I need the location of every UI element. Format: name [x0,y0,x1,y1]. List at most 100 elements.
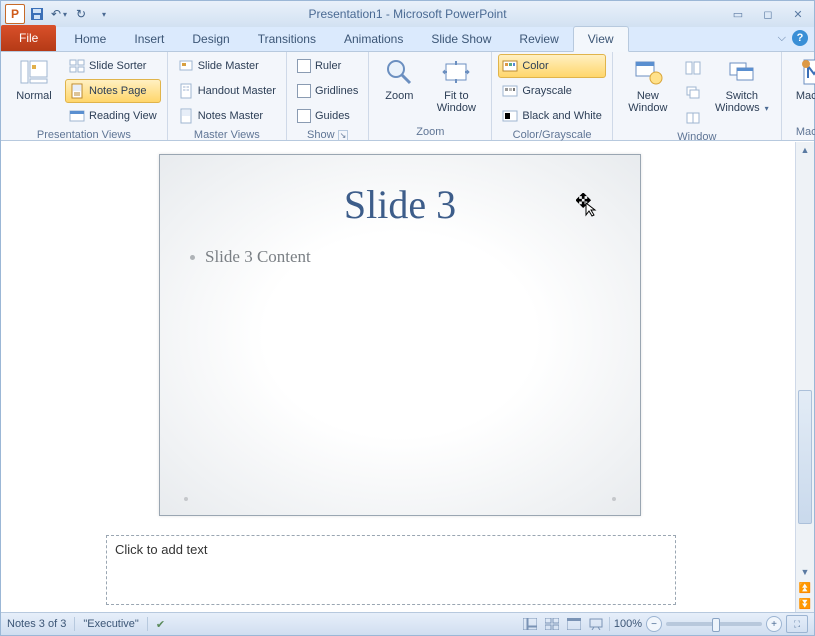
switch-windows-icon [726,56,758,88]
app-icon: P [5,4,25,24]
notes-textbox[interactable]: Click to add text [107,536,675,604]
ruler-checkbox[interactable]: Ruler [293,54,362,78]
help-button[interactable]: ? [792,30,808,46]
zoom-slider[interactable] [666,622,762,626]
scroll-up-button[interactable]: ▲ [796,142,814,158]
zoom-out-button[interactable]: − [646,616,662,632]
window-controls: ▭ ◻ ✕ [726,6,810,22]
workspace: Slide 3 Slide 3 Content Click to add tex… [1,141,814,612]
next-slide-button[interactable]: ⏬ [796,596,814,612]
tab-view[interactable]: View [573,26,629,52]
grayscale-icon [502,83,518,99]
view-normal-button[interactable] [521,616,539,632]
spellcheck-icon[interactable]: ✔ [156,618,165,631]
slide-sorter-icon [69,58,85,74]
prev-slide-button[interactable]: ⏫ [796,580,814,596]
title-bar: P ↶▾ ↻ ▾ Presentation1 - Microsoft Power… [1,1,814,27]
fit-to-window-icon [440,56,472,88]
vertical-scrollbar[interactable]: ▲ ▼ ⏫ ⏬ [795,142,814,612]
zoom-slider-thumb[interactable] [712,618,720,632]
notes-page-icon [69,83,85,99]
group-master-views: Slide Master Handout Master Notes Master… [168,52,287,140]
handout-master-icon [178,83,194,99]
switch-windows-button[interactable]: Switch Windows ▾ [709,54,775,117]
footer-dot-left [184,497,188,501]
macros-icon [798,56,815,88]
fit-to-window-button[interactable]: Fit to Window [427,54,485,116]
guides-checkbox[interactable]: Guides [293,104,362,128]
scroll-thumb[interactable] [798,390,812,524]
color-icon [502,58,518,74]
view-slideshow-button[interactable] [587,616,605,632]
redo-button[interactable]: ↻ [71,4,91,24]
tab-transitions[interactable]: Transitions [244,27,330,51]
ribbon-tabs: File Home Insert Design Transitions Anim… [1,27,814,52]
tab-review[interactable]: Review [505,27,572,51]
handout-master-button[interactable]: Handout Master [174,79,280,103]
tab-file[interactable]: File [1,25,56,51]
canvas[interactable]: Slide 3 Slide 3 Content Click to add tex… [1,142,795,612]
arrange-all-icon [685,60,701,76]
checkbox-icon [297,59,311,73]
group-zoom: Zoom Fit to Window Zoom [369,52,492,140]
status-theme: "Executive" [83,618,139,630]
footer-dot-right [612,497,616,501]
normal-icon [18,56,50,88]
cascade-icon [685,85,701,101]
save-button[interactable] [27,4,47,24]
notes-placeholder: Click to add text [115,542,208,557]
tab-home[interactable]: Home [60,27,120,51]
checkbox-icon [297,109,311,123]
macros-button[interactable]: Macros [788,54,815,104]
zoom-icon [383,56,415,88]
bw-icon [502,108,518,124]
tab-design[interactable]: Design [178,27,243,51]
zoom-fit-button[interactable]: ⛶ [786,615,808,633]
group-show: Ruler Gridlines Guides Show ↘ [287,52,369,140]
tab-slideshow[interactable]: Slide Show [417,27,505,51]
app-window: P ↶▾ ↻ ▾ Presentation1 - Microsoft Power… [0,0,815,636]
slide-master-icon [178,58,194,74]
view-reading-button[interactable] [565,616,583,632]
checkbox-icon [297,84,311,98]
tab-insert[interactable]: Insert [120,27,178,51]
group-macros: Macros Macros [782,52,815,140]
slide-master-button[interactable]: Slide Master [174,54,280,78]
move-split-icon [685,110,701,126]
slide-bullet: Slide 3 Content [190,247,311,267]
group-window: New Window Switch Windows ▾ Window [613,52,782,140]
maximize-button[interactable]: ◻ [756,6,780,22]
bullet-icon [190,255,195,260]
ribbon-minimize-icon[interactable]: ⌵ [778,32,786,45]
scroll-down-button[interactable]: ▼ [796,564,814,580]
slide-preview[interactable]: Slide 3 Slide 3 Content [159,154,641,516]
reading-view-icon [69,108,85,124]
reading-view-button[interactable]: Reading View [65,104,161,128]
color-button[interactable]: Color [498,54,605,78]
black-and-white-button[interactable]: Black and White [498,104,605,128]
notes-master-button[interactable]: Notes Master [174,104,280,128]
quick-access-toolbar: P ↶▾ ↻ ▾ [5,4,113,24]
qat-customize[interactable]: ▾ [93,4,113,24]
move-split-button[interactable] [681,106,705,130]
zoom-button[interactable]: Zoom [375,54,423,104]
tab-animations[interactable]: Animations [330,27,417,51]
undo-button[interactable]: ↶▾ [49,4,69,24]
gridlines-checkbox[interactable]: Gridlines [293,79,362,103]
cascade-button[interactable] [681,81,705,105]
close-button[interactable]: ✕ [786,6,810,22]
new-window-icon [632,56,664,88]
ribbon: Normal Slide Sorter Notes Page Reading V… [1,52,814,141]
grayscale-button[interactable]: Grayscale [498,79,605,103]
zoom-percent[interactable]: 100% [614,618,642,630]
new-window-button[interactable]: New Window [619,54,677,116]
minimize-button[interactable]: ▭ [726,6,750,22]
view-sorter-button[interactable] [543,616,561,632]
notes-page-button[interactable]: Notes Page [65,79,161,103]
slide-sorter-button[interactable]: Slide Sorter [65,54,161,78]
arrange-all-button[interactable] [681,56,705,80]
normal-button[interactable]: Normal [7,54,61,104]
slide-title: Slide 3 [160,181,640,228]
status-notes: Notes 3 of 3 [7,618,66,630]
zoom-in-button[interactable]: + [766,616,782,632]
